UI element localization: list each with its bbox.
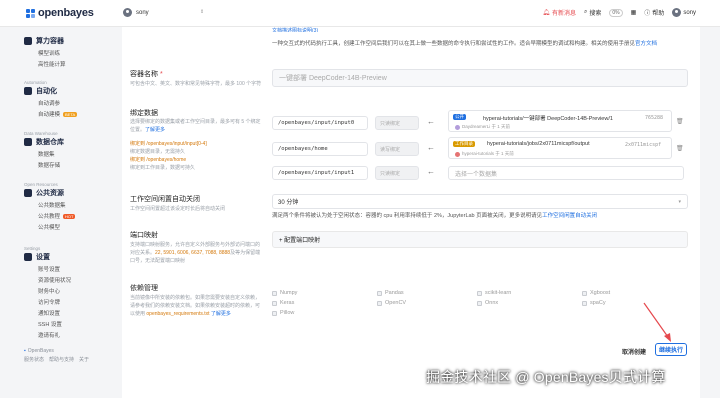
public-resources-icon bbox=[24, 189, 32, 197]
sidebar-group-title[interactable]: 数据仓库 bbox=[24, 137, 64, 147]
sidebar-group-title-text: 自动化 bbox=[36, 88, 57, 95]
sidebar-item-label: 数据集 bbox=[38, 152, 55, 158]
watermark: 掘金技术社区 @ OpenBayes贝式计算 bbox=[426, 369, 666, 385]
avatar bbox=[123, 8, 132, 17]
chevron-updown-icon[interactable]: ⇕ bbox=[200, 9, 204, 15]
sidebar-item-notifications[interactable]: 通知设置 bbox=[24, 309, 71, 317]
sidebar-item-label: 邀请有礼 bbox=[38, 333, 61, 339]
hot-badge: HOT bbox=[63, 213, 76, 219]
sidebar-item-auto-model[interactable]: 自动建模 BETA bbox=[24, 110, 78, 118]
sidebar-group-title[interactable]: 设置 bbox=[24, 252, 71, 262]
sidebar-group-title[interactable]: 公共资源 bbox=[24, 188, 75, 198]
sidebar-group-open-resources: Open Resources 公共资源 公共数据集 公共教程 HOT 公共模型 bbox=[24, 182, 76, 231]
create-workspace-form: 文档描述图标说明(3) 一种交互式的代码执行工具，创建工作空间后我们可以在其上做… bbox=[122, 27, 700, 398]
help-icon: ⓘ bbox=[644, 11, 651, 17]
sidebar-item-model-training[interactable]: 模型训练 bbox=[24, 49, 66, 57]
sidebar-group-settings: Settings 设置 账号设置 资源使用状况 财务中心 访问令牌 通知设置 S… bbox=[24, 246, 71, 339]
bell-icon: 🔔︎ bbox=[542, 10, 550, 16]
sidebar-item-label: SSH 设置 bbox=[38, 322, 62, 328]
search-button[interactable]: ⌕ 搜索 bbox=[584, 8, 601, 17]
sidebar-group-title[interactable]: 算力容器 bbox=[24, 36, 66, 46]
footer-link-status[interactable]: 服务状态 bbox=[24, 356, 44, 363]
top-bar: openbayes sony ⇕ 🔔︎ 有新消息 ⌕ 搜索 0% ▦ ⓘ 帮助 … bbox=[0, 0, 720, 27]
sidebar-group-title[interactable]: 自动化 bbox=[24, 86, 77, 96]
sidebar-group-label: Settings bbox=[24, 246, 41, 251]
sidebar-group-label: Data Warehouse bbox=[24, 131, 58, 136]
logo-mark-icon: ▪ bbox=[24, 348, 26, 354]
calendar-icon[interactable]: ▦ bbox=[631, 9, 637, 16]
sidebar-item-account[interactable]: 账号设置 bbox=[24, 265, 71, 273]
sidebar-item-datasets[interactable]: 数据集 bbox=[24, 150, 64, 158]
sidebar-item-label: 账号设置 bbox=[38, 267, 61, 273]
sidebar-item-resource-usage[interactable]: 资源使用状况 bbox=[24, 276, 71, 284]
sidebar-group-title-text: 数据仓库 bbox=[36, 139, 64, 146]
sidebar-item-label: 通知设置 bbox=[38, 311, 61, 317]
sidebar-group-title-text: 算力容器 bbox=[36, 38, 64, 45]
top-right-actions: 🔔︎ 有新消息 ⌕ 搜索 0% ▦ ⓘ 帮助 sony bbox=[542, 8, 696, 17]
help-button[interactable]: ⓘ 帮助 bbox=[644, 8, 664, 17]
sidebar-item-label: 数据存储 bbox=[38, 163, 61, 169]
sidebar-item-label: 模型训练 bbox=[38, 51, 61, 57]
sidebar-item-label: 高性能计算 bbox=[38, 62, 66, 68]
sidebar-item-label: 公共模型 bbox=[38, 225, 61, 231]
logo[interactable]: openbayes bbox=[26, 7, 94, 19]
automation-icon bbox=[24, 87, 32, 95]
sidebar-item-invite[interactable]: 邀请有礼 bbox=[24, 331, 71, 339]
search-label: 搜索 bbox=[589, 11, 602, 17]
sidebar-item-label: 公共数据集 bbox=[38, 203, 66, 209]
footer-link-help[interactable]: 帮助与支持 bbox=[49, 356, 74, 363]
notification-label: 有新消息 bbox=[551, 11, 576, 17]
sidebar-item-public-tutorials[interactable]: 公共教程 HOT bbox=[24, 212, 76, 220]
sidebar-item-storage[interactable]: 数据存储 bbox=[24, 161, 64, 169]
logo-text: openbayes bbox=[38, 7, 94, 19]
sidebar: 算力容器 模型训练 高性能计算 Automation 自动化 自动调参 自动建模… bbox=[0, 27, 122, 398]
logo-mark-icon bbox=[26, 8, 35, 18]
user-selector[interactable]: sony bbox=[123, 8, 149, 17]
sidebar-group-label: Automation bbox=[24, 80, 47, 85]
sidebar-group-title-text: 设置 bbox=[36, 254, 50, 261]
beta-badge: BETA bbox=[63, 111, 78, 117]
usage-percent: 0% bbox=[609, 8, 623, 17]
account-name: sony bbox=[683, 9, 696, 16]
sidebar-group-compute: 算力容器 模型训练 高性能计算 bbox=[24, 35, 66, 68]
sidebar-item-label: 公共教程 bbox=[38, 214, 61, 220]
sidebar-item-label: 财务中心 bbox=[38, 289, 61, 295]
sidebar-item-public-models[interactable]: 公共模型 bbox=[24, 223, 75, 231]
sidebar-group-data: Data Warehouse 数据仓库 数据集 数据存储 bbox=[24, 131, 64, 169]
footer-link-about[interactable]: 关于 bbox=[79, 356, 89, 363]
help-label: 帮助 bbox=[652, 11, 665, 17]
sidebar-item-finance[interactable]: 财务中心 bbox=[24, 287, 71, 295]
sidebar-item-public-datasets[interactable]: 公共数据集 bbox=[24, 201, 75, 209]
footer-brand: ▪ OpenBayes bbox=[24, 348, 89, 354]
account-avatar bbox=[672, 8, 682, 17]
search-icon: ⌕ bbox=[583, 9, 588, 15]
database-icon bbox=[24, 138, 32, 146]
sidebar-item-label: 访问令牌 bbox=[38, 300, 61, 306]
sidebar-group-title-text: 公共资源 bbox=[36, 190, 64, 197]
settings-icon bbox=[24, 253, 32, 261]
sidebar-item-label: 自动建模 bbox=[38, 112, 61, 118]
sidebar-item-tokens[interactable]: 访问令牌 bbox=[24, 298, 71, 306]
sidebar-footer: ▪ OpenBayes 服务状态 帮助与支持 关于 bbox=[24, 348, 89, 363]
account-menu[interactable]: sony bbox=[672, 8, 696, 17]
sidebar-item-hpc[interactable]: 高性能计算 bbox=[24, 60, 66, 68]
user-name: sony bbox=[136, 9, 149, 16]
sidebar-group-label: Open Resources bbox=[24, 182, 58, 187]
sidebar-item-label: 自动调参 bbox=[38, 101, 61, 107]
notification-button[interactable]: 🔔︎ 有新消息 bbox=[542, 8, 576, 17]
sidebar-item-ssh[interactable]: SSH 设置 bbox=[24, 320, 71, 328]
sidebar-item-label: 资源使用状况 bbox=[38, 278, 72, 284]
annotation-arrow bbox=[643, 302, 671, 342]
footer-links: 服务状态 帮助与支持 关于 bbox=[24, 356, 89, 363]
container-icon bbox=[24, 37, 32, 45]
footer-brand-text: OpenBayes bbox=[27, 348, 54, 354]
sidebar-item-auto-tune[interactable]: 自动调参 bbox=[24, 99, 77, 107]
sidebar-group-automation: Automation 自动化 自动调参 自动建模 BETA bbox=[24, 80, 78, 118]
